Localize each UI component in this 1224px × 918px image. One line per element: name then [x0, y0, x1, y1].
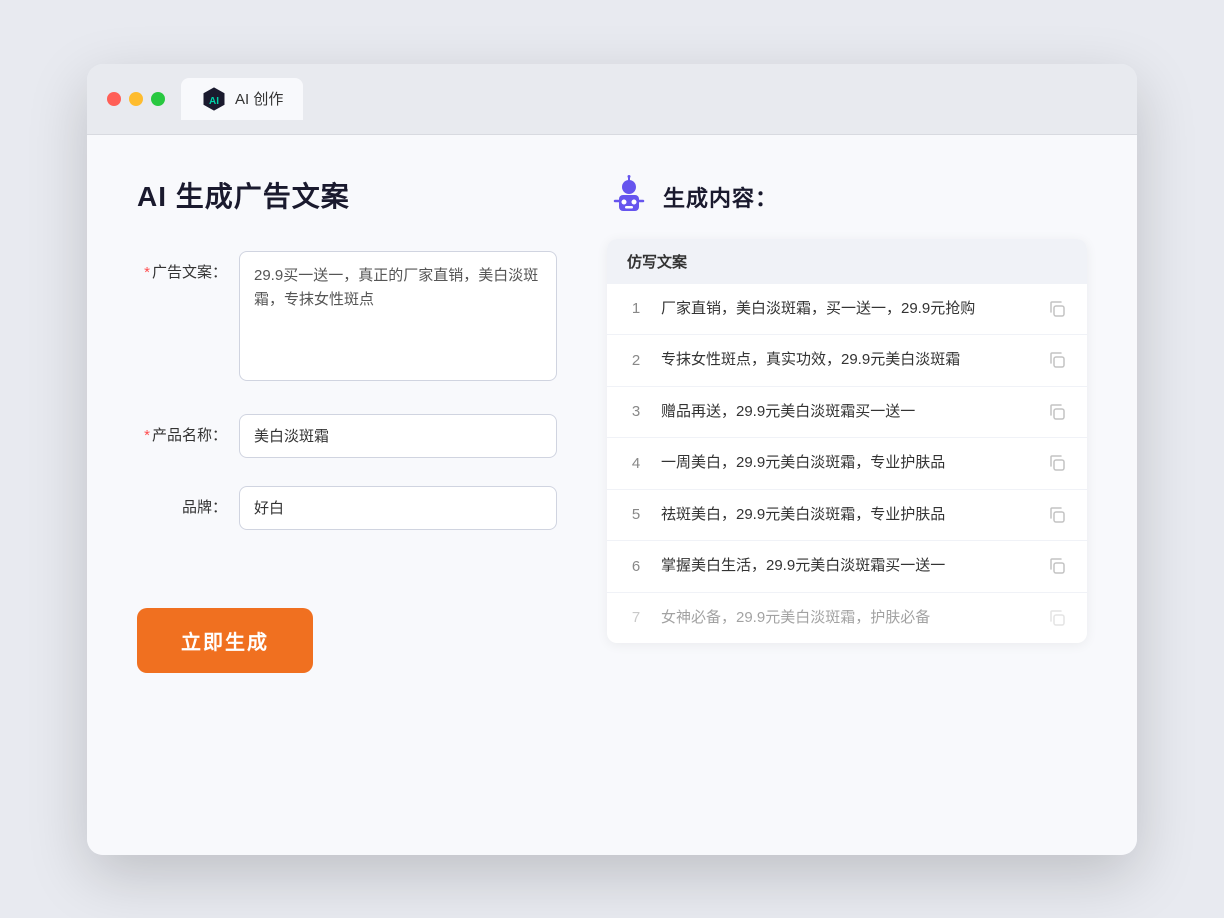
result-header: 生成内容：	[607, 175, 1087, 219]
product-name-input[interactable]	[239, 414, 557, 458]
table-row: 2 专抹女性斑点，真实功效，29.9元美白淡斑霜	[607, 335, 1087, 387]
product-name-group: *产品名称：	[137, 414, 557, 458]
left-panel: AI 生成广告文案 *广告文案： 29.9买一送一，真正的厂家直销，美白淡斑霜，…	[137, 175, 557, 805]
ad-copy-required: *	[144, 264, 150, 281]
brand-input-wrap	[239, 486, 557, 530]
row-text: 厂家直销，美白淡斑霜，买一送一，29.9元抢购	[661, 298, 1031, 321]
row-text: 赠品再送，29.9元美白淡斑霜买一送一	[661, 401, 1031, 424]
copy-icon[interactable]	[1047, 299, 1067, 319]
copy-icon[interactable]	[1047, 505, 1067, 525]
copy-icon[interactable]	[1047, 350, 1067, 370]
row-number: 7	[627, 609, 645, 626]
result-rows-container: 1 厂家直销，美白淡斑霜，买一送一，29.9元抢购 2 专抹女性斑点，真实功效，…	[607, 284, 1087, 644]
page-title: AI 生成广告文案	[137, 175, 557, 215]
browser-titlebar: AI AI 创作	[87, 64, 1137, 135]
table-row: 4 一周美白，29.9元美白淡斑霜，专业护肤品	[607, 438, 1087, 490]
right-panel: 生成内容： 仿写文案 1 厂家直销，美白淡斑霜，买一送一，29.9元抢购 2 专…	[607, 175, 1087, 805]
maximize-button[interactable]	[151, 92, 165, 106]
result-table-header: 仿写文案	[607, 239, 1087, 284]
brand-input[interactable]	[239, 486, 557, 530]
traffic-lights	[107, 92, 165, 106]
table-row: 7 女神必备，29.9元美白淡斑霜，护肤必备	[607, 593, 1087, 644]
ai-tab-icon: AI	[201, 86, 227, 112]
table-row: 6 掌握美白生活，29.9元美白淡斑霜买一送一	[607, 541, 1087, 593]
row-text: 祛斑美白，29.9元美白淡斑霜，专业护肤品	[661, 504, 1031, 527]
row-number: 2	[627, 352, 645, 369]
row-number: 4	[627, 455, 645, 472]
table-row: 1 厂家直销，美白淡斑霜，买一送一，29.9元抢购	[607, 284, 1087, 336]
generate-button[interactable]: 立即生成	[137, 608, 313, 673]
minimize-button[interactable]	[129, 92, 143, 106]
product-name-input-wrap	[239, 414, 557, 458]
svg-text:AI: AI	[209, 96, 219, 107]
result-table: 仿写文案 1 厂家直销，美白淡斑霜，买一送一，29.9元抢购 2 专抹女性斑点，…	[607, 239, 1087, 644]
tab-label: AI 创作	[235, 88, 283, 109]
copy-icon[interactable]	[1047, 453, 1067, 473]
browser-content: AI 生成广告文案 *广告文案： 29.9买一送一，真正的厂家直销，美白淡斑霜，…	[87, 135, 1137, 855]
row-text: 掌握美白生活，29.9元美白淡斑霜买一送一	[661, 555, 1031, 578]
ad-copy-textarea[interactable]: 29.9买一送一，真正的厂家直销，美白淡斑霜，专抹女性斑点	[239, 251, 557, 381]
row-text: 专抹女性斑点，真实功效，29.9元美白淡斑霜	[661, 349, 1031, 372]
product-name-label: *产品名称：	[137, 414, 227, 445]
row-number: 5	[627, 506, 645, 523]
brand-label: 品牌：	[137, 486, 227, 517]
close-button[interactable]	[107, 92, 121, 106]
copy-icon[interactable]	[1047, 556, 1067, 576]
product-name-required: *	[144, 427, 150, 444]
robot-icon	[607, 175, 651, 219]
copy-icon[interactable]	[1047, 402, 1067, 422]
row-number: 1	[627, 300, 645, 317]
row-number: 3	[627, 403, 645, 420]
ad-copy-input-wrap: 29.9买一送一，真正的厂家直销，美白淡斑霜，专抹女性斑点	[239, 251, 557, 386]
table-row: 3 赠品再送，29.9元美白淡斑霜买一送一	[607, 387, 1087, 439]
browser-window: AI AI 创作 AI 生成广告文案 *广告文案： 29.9买一送一，真正的厂家…	[87, 64, 1137, 855]
table-row: 5 祛斑美白，29.9元美白淡斑霜，专业护肤品	[607, 490, 1087, 542]
brand-group: 品牌：	[137, 486, 557, 530]
browser-tab[interactable]: AI AI 创作	[181, 78, 303, 120]
row-text: 女神必备，29.9元美白淡斑霜，护肤必备	[661, 607, 1031, 630]
ad-copy-group: *广告文案： 29.9买一送一，真正的厂家直销，美白淡斑霜，专抹女性斑点	[137, 251, 557, 386]
row-number: 6	[627, 558, 645, 575]
ad-copy-label: *广告文案：	[137, 251, 227, 282]
copy-icon[interactable]	[1047, 608, 1067, 628]
result-title: 生成内容：	[663, 181, 778, 213]
row-text: 一周美白，29.9元美白淡斑霜，专业护肤品	[661, 452, 1031, 475]
